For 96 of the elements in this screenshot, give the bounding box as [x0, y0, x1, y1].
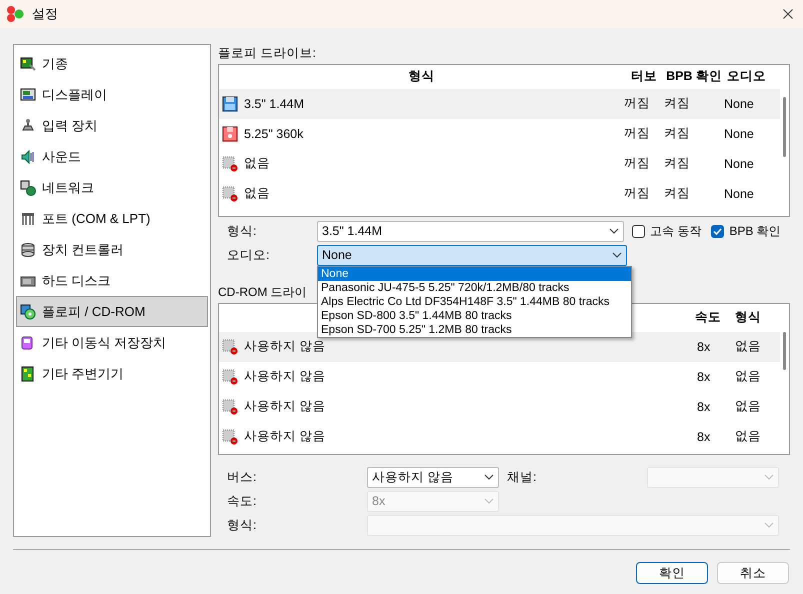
sidebar-item[interactable]: 플로피 / CD-ROM	[16, 296, 208, 327]
checkbox[interactable]: BPB 확인	[711, 222, 781, 240]
table-cell-text: 8x	[697, 400, 712, 414]
table-cell: 없음	[735, 398, 761, 416]
sidebar-item[interactable]: 하드 디스크	[16, 265, 208, 296]
section-label: 플로피 드라이브:	[218, 45, 316, 62]
table-row[interactable]: 사용하지 않음 8x 없음	[219, 362, 780, 392]
table-cell-text: 8x	[697, 370, 712, 384]
checkmark-icon	[713, 226, 722, 236]
table-row[interactable]: 사용하지 않음 8x 없음	[219, 392, 780, 422]
table-cell-text: 8x	[697, 340, 712, 354]
section-label: CD-ROM 드라이	[218, 284, 307, 302]
empty-drive-icon	[222, 338, 238, 355]
table-cell: 사용하지 않음	[244, 398, 326, 416]
type-dropdown[interactable]: 3.5" 1.44M	[317, 220, 624, 242]
dialog-button[interactable]: 확인	[636, 562, 708, 584]
field-label: 형식:	[226, 222, 258, 240]
window-title: 설정	[32, 5, 58, 23]
table-cell: 사용하지 않음	[244, 428, 326, 446]
table-cell: 없음	[244, 185, 270, 202]
table-cell: None	[724, 156, 754, 171]
table-cell-text: 꺼짐	[623, 95, 651, 112]
empty-drive-icon	[222, 398, 238, 415]
table-cell: 사용하지 않음	[244, 338, 326, 356]
caret-icon	[612, 252, 622, 258]
column-header[interactable]: BPB 확인	[664, 64, 724, 89]
field-label: 채널:	[506, 468, 538, 486]
empty-drive-icon	[222, 428, 238, 445]
scrollbar[interactable]	[783, 332, 786, 370]
table-cell: 없음	[735, 338, 761, 356]
table-row[interactable]: 5.25" 360k 꺼짐 켜짐 None	[219, 118, 780, 149]
table-cell: 없음	[735, 428, 761, 446]
caret-icon	[484, 474, 494, 480]
table-row[interactable]: 없음 꺼짐 켜짐 None	[219, 148, 780, 179]
column-header[interactable]: 형식	[728, 304, 768, 332]
sidebar-item[interactable]: 네트워크	[16, 172, 208, 203]
empty-drive-icon	[222, 186, 238, 202]
sidebar-item[interactable]: 기타 주변기기	[16, 358, 208, 389]
empty-drive-icon	[222, 368, 238, 385]
table-row[interactable]: 3.5" 1.44M 꺼짐 켜짐 None	[219, 88, 780, 119]
speaker-icon	[20, 148, 36, 164]
table-cell: None	[724, 96, 754, 111]
caret-icon	[609, 228, 619, 234]
table-cell: 3.5" 1.44M	[244, 96, 304, 111]
field-label: 형식:	[226, 516, 258, 534]
table-row[interactable]: 사용하지 않음 8x 없음	[219, 422, 780, 452]
table-cell-text: 꺼짐	[623, 185, 651, 202]
floppy-icon	[222, 126, 238, 142]
table-cell-text: 켜짐	[664, 155, 691, 172]
network-icon	[20, 180, 36, 196]
sidebar-item[interactable]: 장치 컨트롤러	[16, 234, 208, 265]
sidebar-item[interactable]: 사운드	[16, 141, 208, 172]
sidebar-item[interactable]: 기타 이동식 저장장치	[16, 327, 208, 358]
caret-icon	[764, 522, 774, 528]
caret-icon	[764, 474, 774, 480]
sidebar-item[interactable]: 디스플레이	[16, 79, 208, 110]
table-row[interactable]: 없음 꺼짐 켜짐 None	[219, 178, 780, 209]
column-header[interactable]: 형식	[219, 64, 624, 89]
port-icon	[20, 210, 36, 226]
app-icon	[6, 5, 24, 23]
dialog-button[interactable]: 취소	[717, 562, 789, 584]
dropdown-option[interactable]: Epson SD-800 3.5" 1.44MB 80 tracks	[318, 308, 631, 323]
table-cell-text: 꺼짐	[623, 155, 651, 172]
field-label: 오디오:	[226, 246, 270, 264]
field-label: 속도:	[226, 492, 258, 510]
dropdown-option[interactable]: None	[318, 266, 631, 281]
bus-dropdown[interactable]: 사용하지 않음	[367, 466, 499, 488]
checkbox[interactable]: 고속 동작	[632, 222, 702, 240]
table-cell-text: 켜짐	[664, 185, 691, 202]
table-cell: None	[724, 186, 754, 201]
floppy-icon	[222, 96, 238, 112]
table-cell-text: 8x	[697, 430, 712, 444]
sidebar-item[interactable]: 입력 장치	[16, 110, 208, 141]
field-label: 버스:	[226, 468, 258, 486]
scrollbar[interactable]	[783, 96, 786, 157]
column-header[interactable]: 터보	[624, 64, 664, 89]
table-cell: 사용하지 않음	[244, 368, 326, 386]
column-header[interactable]: 속도	[688, 304, 728, 332]
table-cell: None	[724, 126, 754, 141]
dropdown-option[interactable]: Alps Electric Co Ltd DF354H148F 3.5" 1.44MB 80 tracks	[318, 294, 631, 309]
sidebar-item[interactable]: 기종	[16, 48, 208, 79]
sidebar-item[interactable]: 포트 (COM & LPT)	[16, 203, 208, 234]
column-header[interactable]: 오디오	[724, 64, 769, 89]
disk-stack-icon	[20, 242, 36, 258]
table-cell-text: 꺼짐	[623, 125, 651, 142]
table-cell-text: 켜짐	[664, 95, 691, 112]
table-cell: 5.25" 360k	[244, 126, 304, 141]
table-cell: 없음	[735, 368, 761, 386]
audio-dropdown[interactable]: None	[317, 244, 627, 266]
table-cell: 없음	[244, 155, 270, 172]
caret-icon	[484, 498, 494, 504]
table-cell-text: 켜짐	[664, 125, 691, 142]
dropdown-option[interactable]: Panasonic JU-475-5 5.25" 720k/1.2MB/80 tracks	[318, 280, 631, 295]
empty-drive-icon	[222, 156, 238, 172]
monitor-icon	[20, 86, 36, 102]
joystick-icon	[20, 118, 36, 134]
